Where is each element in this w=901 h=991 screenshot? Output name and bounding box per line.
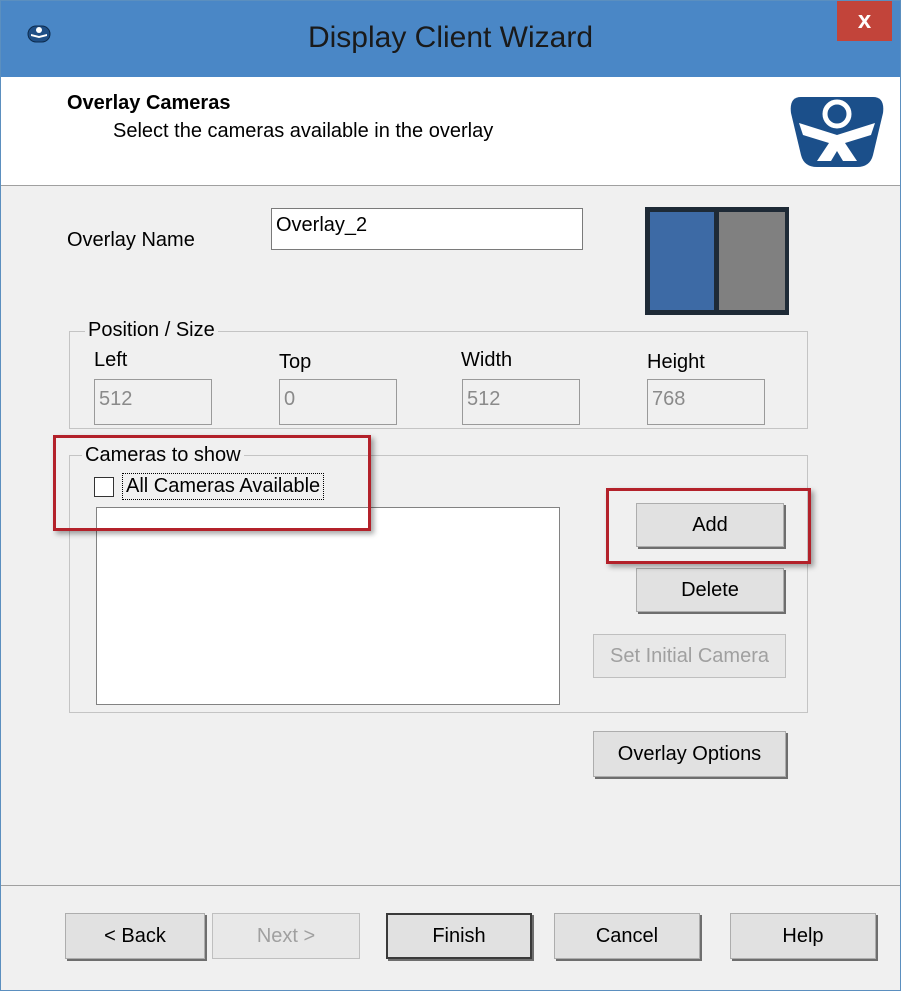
close-button[interactable]: x xyxy=(837,1,892,41)
width-input[interactable]: 512 xyxy=(462,379,580,425)
window-title: Display Client Wizard xyxy=(307,21,594,54)
next-button[interactable]: Next > xyxy=(212,913,360,959)
title-bar[interactable]: Display Client Wizard x xyxy=(1,1,900,77)
set-initial-camera-button[interactable]: Set Initial Camera xyxy=(593,634,786,678)
height-input[interactable]: 768 xyxy=(647,379,765,425)
position-size-legend: Position / Size xyxy=(85,319,218,342)
preview-right-pane xyxy=(719,212,785,310)
back-button[interactable]: < Back xyxy=(65,913,205,959)
page-subtitle: Select the cameras available in the over… xyxy=(113,120,494,142)
overlay-options-button[interactable]: Overlay Options xyxy=(593,731,786,777)
footer-separator xyxy=(1,885,900,886)
overlay-layout-preview xyxy=(645,207,789,315)
highlight-add xyxy=(606,488,811,564)
close-icon: x xyxy=(857,7,872,34)
overlay-name-input[interactable]: Overlay_2 xyxy=(271,208,583,250)
delete-button[interactable]: Delete xyxy=(636,568,784,612)
finish-button[interactable]: Finish xyxy=(386,913,532,959)
page-title: Overlay Cameras xyxy=(67,92,231,114)
left-label: Left xyxy=(94,349,128,371)
left-input[interactable]: 512 xyxy=(94,379,212,425)
top-input[interactable]: 0 xyxy=(279,379,397,425)
highlight-all-cameras xyxy=(53,435,371,531)
wizard-window: Display Client Wizard x Overlay Cameras … xyxy=(0,0,901,991)
thinmanager-logo-icon xyxy=(787,89,887,177)
width-label: Width xyxy=(461,349,513,371)
wizard-header: Overlay Cameras Select the cameras avail… xyxy=(1,77,900,186)
overlay-name-label: Overlay Name xyxy=(67,229,195,251)
preview-left-pane xyxy=(650,212,714,310)
cancel-button[interactable]: Cancel xyxy=(554,913,700,959)
top-label: Top xyxy=(279,351,312,373)
help-button[interactable]: Help xyxy=(730,913,876,959)
height-label: Height xyxy=(647,351,705,373)
cameras-list[interactable] xyxy=(96,507,560,705)
